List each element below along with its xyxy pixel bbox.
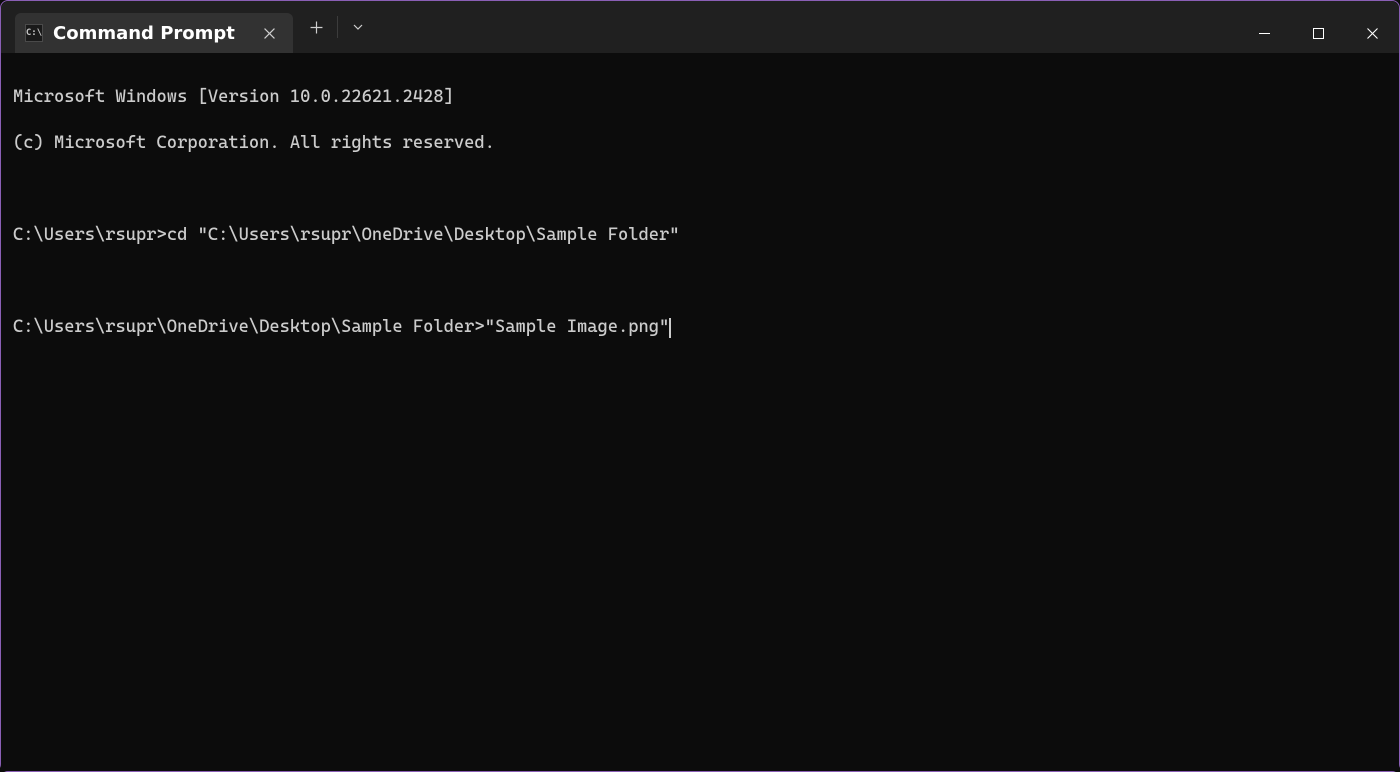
tabs-region: C:\ Command Prompt [1,1,376,53]
titlebar: C:\ Command Prompt [1,1,1399,53]
minimize-icon [1259,28,1270,39]
terminal-blank-line [13,270,1393,293]
terminal-content[interactable]: Microsoft Windows [Version 10.0.22621.24… [1,53,1399,771]
terminal-history-line: C:\Users\rsupr>cd "C:\Users\rsupr\OneDri… [13,224,1393,247]
tab-dropdown-button[interactable] [340,8,376,46]
terminal-prompt: C:\Users\rsupr> [13,224,167,247]
close-window-button[interactable] [1345,13,1399,53]
chevron-down-icon [352,21,364,33]
terminal-blank-line [13,178,1393,201]
command-prompt-icon: C:\ [25,24,43,42]
tab-close-button[interactable] [259,22,281,44]
tab-actions [299,1,376,53]
terminal-command: cd "C:\Users\rsupr\OneDrive\Desktop\Samp… [167,224,680,247]
minimize-button[interactable] [1237,13,1291,53]
maximize-icon [1313,28,1324,39]
terminal-header-line: Microsoft Windows [Version 10.0.22621.24… [13,86,1393,109]
toolbar-divider [337,16,338,38]
close-icon [264,28,275,39]
terminal-cursor [669,318,671,338]
close-icon [1367,28,1378,39]
terminal-header-line: (c) Microsoft Corporation. All rights re… [13,132,1393,155]
terminal-prompt: C:\Users\rsupr\OneDrive\Desktop\Sample F… [13,316,485,339]
plus-icon [310,21,323,34]
new-tab-button[interactable] [299,8,335,46]
terminal-command: "Sample Image.png" [485,316,670,339]
window-controls [1237,13,1399,53]
tab-title: Command Prompt [53,23,235,44]
terminal-current-line: C:\Users\rsupr\OneDrive\Desktop\Sample F… [13,316,1393,339]
tab-command-prompt[interactable]: C:\ Command Prompt [15,13,293,53]
maximize-button[interactable] [1291,13,1345,53]
